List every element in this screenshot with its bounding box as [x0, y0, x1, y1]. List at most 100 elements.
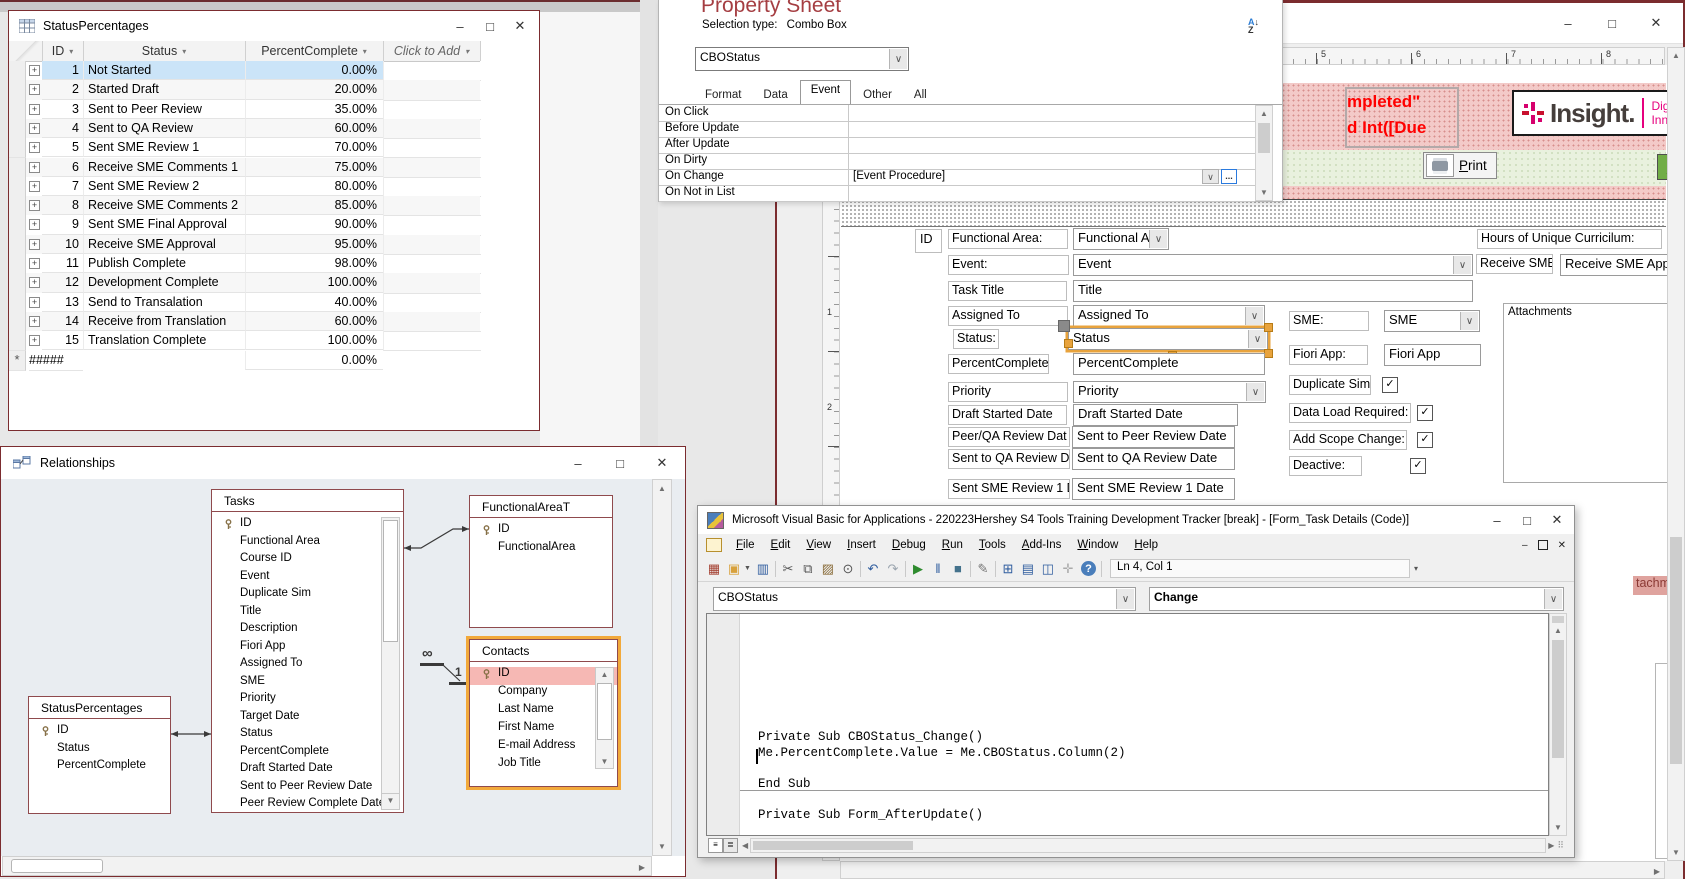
field-combobox[interactable]: Priority ∨: [1073, 381, 1266, 403]
object-dropdown[interactable]: CBOStatus ∨: [713, 587, 1136, 611]
table-row[interactable]: +6 Receive SME Comments 1 75.00%: [9, 157, 481, 178]
chevron-down-icon[interactable]: ∨: [1246, 383, 1264, 401]
field-textbox[interactable]: Draft Started Date: [1073, 404, 1238, 426]
cell-id[interactable]: 7: [42, 177, 83, 197]
code-editor[interactable]: Private Sub CBOStatus_Change() Me.Percent…: [706, 613, 1549, 836]
entity-field[interactable]: Peer Review Complete Date: [212, 797, 403, 815]
cell-percentcomplete[interactable]: 100.00%: [245, 273, 383, 293]
scroll-down-icon[interactable]: ▼: [1668, 848, 1684, 857]
scroll-down-icon[interactable]: ▼: [381, 793, 400, 810]
project-explorer-icon[interactable]: ⊞: [998, 559, 1018, 578]
scroll-up-icon[interactable]: ▲: [596, 670, 613, 679]
cell-click-to-add[interactable]: [383, 215, 481, 236]
entity-field[interactable]: Draft Started Date: [212, 762, 403, 780]
row-selector[interactable]: [9, 99, 26, 120]
chevron-down-icon[interactable]: ∨: [1245, 307, 1263, 325]
chevron-down-icon[interactable]: ▼: [744, 565, 751, 572]
scroll-right-icon[interactable]: ▶: [1654, 867, 1660, 876]
table-new-row[interactable]: * ##### 0.00%: [9, 350, 480, 371]
cell-click-to-add[interactable]: [383, 234, 481, 255]
menu-run[interactable]: Run: [934, 536, 971, 554]
cell-status[interactable]: Sent to QA Review: [83, 118, 245, 139]
help-icon[interactable]: ?: [1080, 561, 1096, 576]
row-selector[interactable]: [9, 196, 26, 217]
field-textbox[interactable]: PercentComplete: [1073, 353, 1265, 375]
receive-sme-textbox[interactable]: Receive SME Approval Date: [1560, 254, 1667, 276]
field-textbox[interactable]: Fiori App: [1384, 344, 1481, 366]
table-row[interactable]: +4 Sent to QA Review 60.00%: [9, 118, 481, 140]
entity-field[interactable]: Assigned To: [212, 657, 403, 675]
chevron-down-icon[interactable]: ∨: [1453, 256, 1471, 274]
menu-view[interactable]: View: [798, 536, 839, 554]
cell-status[interactable]: Receive SME Comments 2: [83, 196, 245, 216]
scroll-thumb[interactable]: [1670, 537, 1682, 764]
entity-field[interactable]: Functional Area: [212, 535, 403, 553]
az-sort-icon[interactable]: A↓ Z: [1248, 18, 1268, 38]
expand-icon[interactable]: +: [29, 103, 40, 115]
menu-tools[interactable]: Tools: [971, 536, 1014, 554]
table-row[interactable]: +15 Translation Complete 100.00%: [9, 331, 481, 352]
menu-debug[interactable]: Debug: [884, 536, 934, 554]
table-row[interactable]: +12 Development Complete 100.00%: [9, 273, 481, 294]
save-icon[interactable]: ▥: [753, 559, 773, 578]
chevron-down-icon[interactable]: ∨: [1248, 330, 1266, 348]
ps-scrollbar[interactable]: ▲ ▼: [1255, 105, 1273, 201]
field-textbox[interactable]: Sent to QA Review Date: [1072, 448, 1235, 470]
cell-status[interactable]: Translation Complete: [83, 331, 245, 351]
expand-icon[interactable]: +: [29, 65, 40, 76]
cell-status[interactable]: Sent SME Final Approval: [83, 215, 245, 235]
maximize-icon[interactable]: □: [1597, 12, 1627, 34]
entity-field[interactable]: Status: [212, 727, 403, 745]
redo-icon[interactable]: ↷: [883, 559, 903, 578]
entity-functionalareat[interactable]: FunctionalAreaT ID FunctionalArea: [469, 495, 613, 628]
field-combobox[interactable]: SME ∨: [1384, 310, 1480, 332]
object-selector-combo[interactable]: CBOStatus ∨: [695, 47, 909, 71]
chevron-down-icon[interactable]: ∨: [889, 49, 907, 69]
cell-status[interactable]: Started Draft: [83, 80, 245, 100]
entity-field[interactable]: Event: [212, 570, 403, 588]
cell-status[interactable]: Sent SME Review 1: [83, 138, 245, 158]
column-header-id[interactable]: ID ▾: [42, 41, 84, 61]
cell-id[interactable]: #####: [29, 351, 83, 371]
menu-insert[interactable]: Insert: [839, 536, 884, 554]
cell-id[interactable]: 10: [42, 235, 83, 254]
break-icon[interactable]: ‖: [928, 559, 948, 578]
field-combobox[interactable]: Functional A ∨: [1073, 228, 1169, 250]
relationships-titlebar[interactable]: Relationships – □ ✕: [1, 447, 685, 480]
row-selector[interactable]: [9, 234, 26, 255]
scroll-thumb[interactable]: [753, 841, 914, 850]
table-row[interactable]: +3 Sent to Peer Review 35.00%: [9, 99, 481, 120]
cell-percentcomplete[interactable]: 90.00%: [245, 215, 383, 235]
minimize-icon[interactable]: –: [445, 15, 475, 37]
table-row[interactable]: +5 Sent SME Review 1 70.00%: [9, 138, 481, 159]
cell-click-to-add[interactable]: [383, 273, 481, 294]
cell-status[interactable]: Receive SME Approval: [83, 234, 245, 254]
filter-arrow-icon[interactable]: ▾: [363, 47, 367, 56]
menu-addins[interactable]: Add-Ins: [1014, 536, 1070, 554]
scroll-up-icon[interactable]: ▲: [1550, 626, 1566, 635]
entity-field[interactable]: Course ID: [212, 552, 403, 570]
cell-id[interactable]: 12: [42, 273, 83, 293]
row-selector[interactable]: [9, 176, 26, 198]
empty-control[interactable]: [1655, 663, 1667, 859]
tab-other[interactable]: Other: [853, 86, 902, 104]
field-textbox[interactable]: Sent to Peer Review Date: [1072, 426, 1235, 448]
cell-percentcomplete[interactable]: 80.00%: [245, 176, 383, 197]
maximize-icon[interactable]: □: [605, 452, 635, 474]
property-row[interactable]: On Click: [659, 105, 1255, 122]
entity-field[interactable]: Status: [29, 742, 170, 760]
entity-tasks[interactable]: Tasks ID Functional Area Course ID Event Dupl…: [211, 489, 404, 813]
cell-percentcomplete[interactable]: 85.00%: [245, 196, 383, 216]
cell-percentcomplete[interactable]: 20.00%: [245, 80, 383, 100]
row-selector[interactable]: [9, 61, 26, 82]
code-line[interactable]: Private Sub Form_AfterUpdate(): [758, 808, 983, 822]
menu-file[interactable]: File: [728, 536, 763, 554]
resize-handle[interactable]: [1264, 323, 1273, 332]
table-row[interactable]: +11 Publish Complete 98.00%: [9, 254, 481, 275]
table-row[interactable]: +10 Receive SME Approval 95.00%: [9, 234, 481, 255]
minimize-icon[interactable]: –: [1553, 12, 1583, 34]
entity-scrollbar[interactable]: ▼: [381, 517, 400, 810]
builder-button[interactable]: ...: [1221, 169, 1237, 184]
move-handle[interactable]: [1058, 320, 1070, 332]
row-selector[interactable]: [9, 215, 26, 236]
